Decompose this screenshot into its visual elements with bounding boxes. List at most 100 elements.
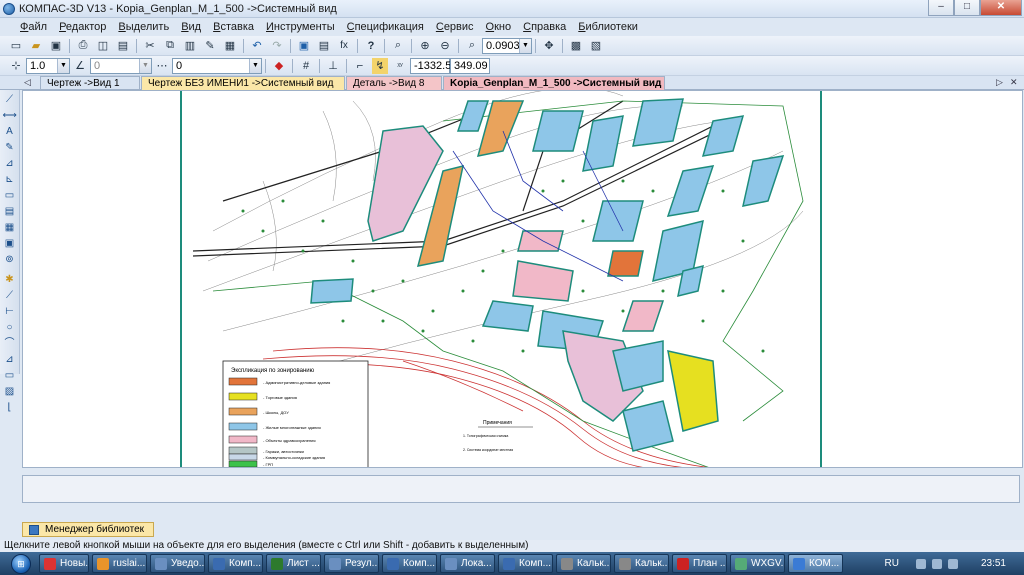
tab-drawing-view1[interactable]: Чертеж ->Вид 1 — [40, 76, 140, 90]
chevron-down-icon[interactable]: ▼ — [249, 58, 261, 73]
menu-help[interactable]: Справка — [517, 21, 572, 33]
zoom-scale-icon[interactable]: ⌕ — [464, 38, 480, 54]
page-setup-icon[interactable]: ▤ — [115, 38, 131, 54]
menu-specification[interactable]: Спецификация — [341, 21, 430, 33]
open-folder-icon[interactable]: ▰ — [28, 38, 44, 54]
format-painter-icon[interactable]: ✎ — [202, 38, 218, 54]
taskbar-item[interactable]: План ... — [672, 554, 727, 573]
zoom-scale-combo[interactable]: 0.0903 ▼ — [482, 37, 532, 54]
menu-view[interactable]: Вид — [175, 21, 207, 33]
select-icon[interactable]: ▭ — [3, 189, 17, 203]
layers-icon[interactable]: ▧ — [588, 38, 604, 54]
tray-arrow-icon[interactable] — [915, 558, 926, 569]
reports-icon[interactable]: ▣ — [3, 237, 17, 251]
redo-icon[interactable]: ↷ — [269, 38, 285, 54]
zoom-out-icon[interactable]: ⊖ — [437, 38, 453, 54]
style-combo[interactable]: 0 ▼ — [172, 57, 262, 74]
properties-icon[interactable]: ▦ — [222, 38, 238, 54]
zoom-window-icon[interactable]: ⌕ — [390, 38, 406, 54]
circle-icon[interactable]: ○ — [3, 321, 17, 335]
point-icon[interactable]: ✱ — [3, 273, 17, 287]
angle-icon[interactable]: ∠ — [72, 58, 88, 74]
dimensions-icon[interactable]: ⟷ — [3, 109, 17, 123]
angle-combo[interactable]: 0 ▼ — [90, 57, 152, 74]
refresh-view-icon[interactable]: ▩ — [568, 38, 584, 54]
taskbar-item[interactable]: Комп... — [208, 554, 263, 573]
minimize-button[interactable]: – — [928, 0, 954, 16]
formula-icon[interactable]: fx — [336, 38, 352, 54]
network-icon[interactable] — [931, 558, 942, 569]
segment-icon[interactable]: ⊢ — [3, 305, 17, 319]
print-preview-icon[interactable]: ◫ — [95, 38, 111, 54]
arc-icon[interactable]: ⌒ — [3, 337, 17, 351]
edit-icon[interactable]: ✎ — [3, 141, 17, 155]
polyline-icon[interactable]: ⊿ — [3, 353, 17, 367]
hatch-icon[interactable]: ▨ — [3, 385, 17, 399]
save-icon[interactable]: ▣ — [48, 38, 64, 54]
chevron-down-icon[interactable]: ▼ — [57, 58, 69, 73]
taskbar-item[interactable]: Кальк... — [556, 554, 611, 573]
print-icon[interactable]: ⎙ — [75, 38, 91, 54]
line-icon[interactable]: ⟋ — [3, 289, 17, 303]
cut-icon[interactable]: ✂ — [142, 38, 158, 54]
menu-file[interactable]: Файл — [14, 21, 53, 33]
geometry-icon[interactable]: ⟋ — [3, 93, 17, 107]
maximize-button[interactable]: □ — [954, 0, 980, 16]
paste-icon[interactable]: ▥ — [182, 38, 198, 54]
menu-select[interactable]: Выделить — [112, 21, 175, 33]
clock[interactable]: 23:51 — [981, 558, 1006, 569]
chevron-down-icon[interactable]: ▼ — [519, 38, 531, 53]
local-cs-icon[interactable]: ⊥ — [325, 58, 341, 74]
taskbar-item[interactable]: ruslai... — [92, 554, 147, 573]
pan-icon[interactable]: ✥ — [541, 38, 557, 54]
coord-y-field[interactable]: 349.09 — [450, 57, 490, 74]
coord-x-field[interactable]: -1332.5 — [410, 57, 451, 74]
zoom-in-icon[interactable]: ⊕ — [417, 38, 433, 54]
measure-icon[interactable]: ⊾ — [3, 173, 17, 187]
library-manager-tab[interactable]: Менеджер библиотек — [22, 522, 154, 537]
tabs-close-icon[interactable]: ✕ — [1010, 76, 1018, 89]
menu-tools[interactable]: Инструменты — [260, 21, 341, 33]
taskbar-item[interactable]: КОМ... — [788, 554, 843, 573]
start-button[interactable]: ⊞ — [6, 552, 36, 575]
cursor-step-icon[interactable]: ⊹ — [8, 58, 24, 74]
cursor-step-combo[interactable]: 1.0 ▼ — [26, 57, 70, 74]
taskbar-item[interactable]: Кальк... — [614, 554, 669, 573]
drawing-area[interactable]: Экспликация по зонированию - Администрат… — [22, 90, 1023, 468]
undo-icon[interactable]: ↶ — [249, 38, 265, 54]
taskbar-item[interactable]: Лока... — [440, 554, 495, 573]
taskbar-item[interactable]: Комп... — [382, 554, 437, 573]
grid-toggle-icon[interactable]: # — [298, 58, 314, 74]
tab-drawing-unnamed[interactable]: Чертеж БЕЗ ИМЕНИ1 ->Системный вид — [141, 76, 345, 90]
new-document-icon[interactable]: ▭ — [8, 38, 24, 54]
taskbar-item[interactable]: Новы... — [39, 554, 89, 573]
taskbar-item[interactable]: Резул... — [324, 554, 379, 573]
copy-icon[interactable]: ⧉ — [162, 38, 178, 54]
context-help-icon[interactable]: ? — [363, 38, 379, 54]
tabs-scroll-left-icon[interactable]: ◁ — [24, 76, 31, 89]
menu-window[interactable]: Окно — [480, 21, 518, 33]
rectangle-icon[interactable]: ▭ — [3, 369, 17, 383]
menu-libraries[interactable]: Библиотеки — [572, 21, 644, 33]
language-indicator[interactable]: RU — [885, 558, 899, 569]
chevron-down-icon[interactable]: ▼ — [139, 58, 151, 73]
grid-icon[interactable]: ⋯ — [154, 58, 170, 74]
snap-icon[interactable]: ◆ — [271, 58, 287, 74]
parametrization-icon[interactable]: ⊿ — [3, 157, 17, 171]
menu-service[interactable]: Сервис — [430, 21, 480, 33]
variables-icon[interactable]: ▤ — [316, 38, 332, 54]
taskbar-item[interactable]: Уведо... — [150, 554, 205, 573]
taskbar-item[interactable]: Комп... — [498, 554, 553, 573]
volume-icon[interactable] — [947, 558, 958, 569]
round-icon[interactable]: ↯ — [372, 57, 388, 74]
close-button[interactable]: ✕ — [980, 0, 1022, 16]
spec-icon[interactable]: ▦ — [3, 221, 17, 235]
taskbar-item[interactable]: Лист ... — [266, 554, 321, 573]
ortho-icon[interactable]: ⌐ — [352, 58, 368, 74]
tab-detail-view8[interactable]: Деталь ->Вид 8 — [346, 76, 442, 90]
properties-panel[interactable] — [22, 475, 1020, 503]
insert-icon[interactable]: ⊚ — [3, 253, 17, 267]
manager-icon[interactable]: ▣ — [296, 38, 312, 54]
associative-views-icon[interactable]: ▤ — [3, 205, 17, 219]
fillet-icon[interactable]: ⌊ — [3, 401, 17, 415]
